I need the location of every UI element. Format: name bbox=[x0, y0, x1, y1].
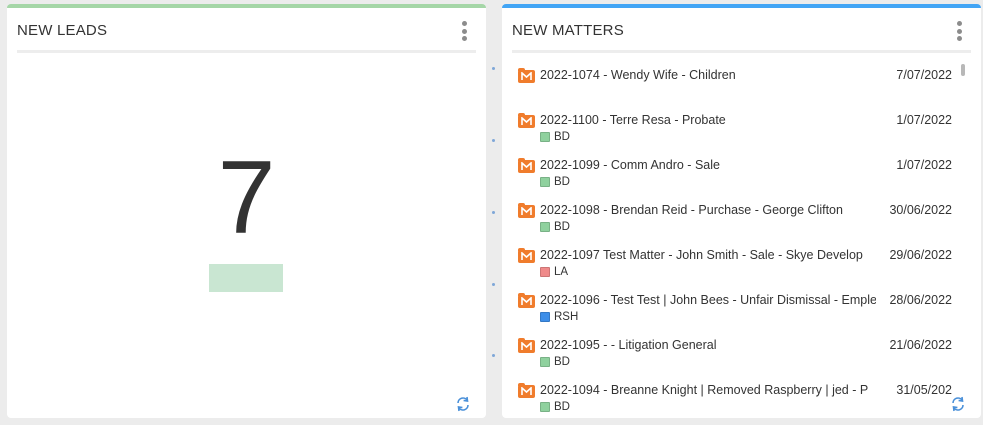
matter-icon bbox=[518, 248, 535, 263]
tag-color-square bbox=[540, 177, 550, 187]
matter-tag: BD bbox=[540, 175, 570, 189]
matter-date: 31/05/202 bbox=[896, 383, 952, 397]
matters-scrollbar[interactable] bbox=[960, 60, 966, 414]
tag-color-square bbox=[540, 312, 550, 322]
tag-color-square bbox=[540, 402, 550, 412]
matter-icon bbox=[518, 383, 535, 398]
tag-color-square bbox=[540, 357, 550, 367]
separator-dot bbox=[492, 139, 495, 142]
matter-date: 29/06/2022 bbox=[889, 248, 952, 262]
tag-color-square bbox=[540, 222, 550, 232]
new-matters-title: NEW MATTERS bbox=[512, 22, 624, 39]
matter-tag: BD bbox=[540, 400, 570, 414]
tag-label: BD bbox=[554, 176, 570, 188]
tag-label: LA bbox=[554, 266, 569, 278]
tag-label: BD bbox=[554, 131, 570, 143]
matter-tag: BD bbox=[540, 355, 570, 369]
matter-tag: RSH bbox=[540, 310, 578, 324]
separator-dot bbox=[492, 283, 495, 286]
tag-label: RSH bbox=[554, 311, 579, 323]
new-leads-count[interactable]: 7 bbox=[7, 146, 486, 250]
separator-dot bbox=[492, 354, 495, 357]
separator-dot bbox=[492, 67, 495, 70]
matter-title[interactable]: 2022-1074 - Wendy Wife - Children bbox=[540, 68, 876, 82]
matter-title[interactable]: 2022-1099 - Comm Andro - Sale bbox=[540, 158, 876, 172]
more-options-icon[interactable] bbox=[460, 21, 468, 41]
new-leads-indicator-bar bbox=[209, 264, 283, 292]
matter-row[interactable]: 2022-1100 - Terre Resa - Probate 1/07/20… bbox=[518, 105, 952, 150]
matter-icon bbox=[518, 158, 535, 173]
matter-icon bbox=[518, 293, 535, 308]
matter-tag: BD bbox=[540, 220, 570, 234]
matter-date: 1/07/2022 bbox=[896, 113, 952, 127]
matters-list: 2022-1074 - Wendy Wife - Children 7/07/2… bbox=[518, 60, 952, 414]
new-matters-header: NEW MATTERS bbox=[512, 8, 971, 53]
new-leads-title: NEW LEADS bbox=[17, 22, 108, 39]
matter-title[interactable]: 2022-1096 - Test Test | John Bees - Unfa… bbox=[540, 293, 876, 307]
separator-dot bbox=[492, 211, 495, 214]
scrollbar-thumb[interactable] bbox=[961, 64, 965, 76]
matter-row[interactable]: 2022-1098 - Brendan Reid - Purchase - Ge… bbox=[518, 195, 952, 240]
matter-row[interactable]: 2022-1097 Test Matter - John Smith - Sal… bbox=[518, 240, 952, 285]
matter-date: 1/07/2022 bbox=[896, 158, 952, 172]
matter-title[interactable]: 2022-1100 - Terre Resa - Probate bbox=[540, 113, 876, 127]
matter-date: 7/07/2022 bbox=[896, 68, 952, 82]
matter-row[interactable]: 2022-1095 - - Litigation General 21/06/2… bbox=[518, 330, 952, 375]
new-matters-widget: NEW MATTERS 2022-1074 - Wendy Wife - Chi… bbox=[502, 4, 981, 418]
matter-icon bbox=[518, 113, 535, 128]
new-leads-header: NEW LEADS bbox=[17, 8, 476, 53]
matter-title[interactable]: 2022-1098 - Brendan Reid - Purchase - Ge… bbox=[540, 203, 876, 217]
tag-color-square bbox=[540, 267, 550, 277]
matter-icon bbox=[518, 68, 535, 83]
tag-label: BD bbox=[554, 401, 570, 413]
matter-row[interactable]: 2022-1096 - Test Test | John Bees - Unfa… bbox=[518, 285, 952, 330]
matter-date: 30/06/2022 bbox=[889, 203, 952, 217]
matter-row[interactable]: 2022-1094 - Breanne Knight | Removed Ras… bbox=[518, 375, 952, 414]
matter-title[interactable]: 2022-1095 - - Litigation General bbox=[540, 338, 876, 352]
tag-label: BD bbox=[554, 221, 570, 233]
matter-title[interactable]: 2022-1097 Test Matter - John Smith - Sal… bbox=[540, 248, 876, 262]
refresh-icon[interactable] bbox=[950, 396, 966, 412]
matter-date: 28/06/2022 bbox=[889, 293, 952, 307]
more-options-icon[interactable] bbox=[955, 21, 963, 41]
new-leads-widget: NEW LEADS 7 bbox=[7, 4, 486, 418]
matter-row[interactable]: 2022-1099 - Comm Andro - Sale 1/07/2022 … bbox=[518, 150, 952, 195]
tag-label: BD bbox=[554, 356, 570, 368]
matter-tag: LA bbox=[540, 265, 568, 279]
matter-row[interactable]: 2022-1074 - Wendy Wife - Children 7/07/2… bbox=[518, 60, 952, 105]
tag-color-square bbox=[540, 132, 550, 142]
matter-date: 21/06/2022 bbox=[889, 338, 952, 352]
refresh-icon[interactable] bbox=[455, 396, 471, 412]
matter-title[interactable]: 2022-1094 - Breanne Knight | Removed Ras… bbox=[540, 383, 876, 397]
matter-icon bbox=[518, 338, 535, 353]
matter-tag: BD bbox=[540, 130, 570, 144]
matter-icon bbox=[518, 203, 535, 218]
